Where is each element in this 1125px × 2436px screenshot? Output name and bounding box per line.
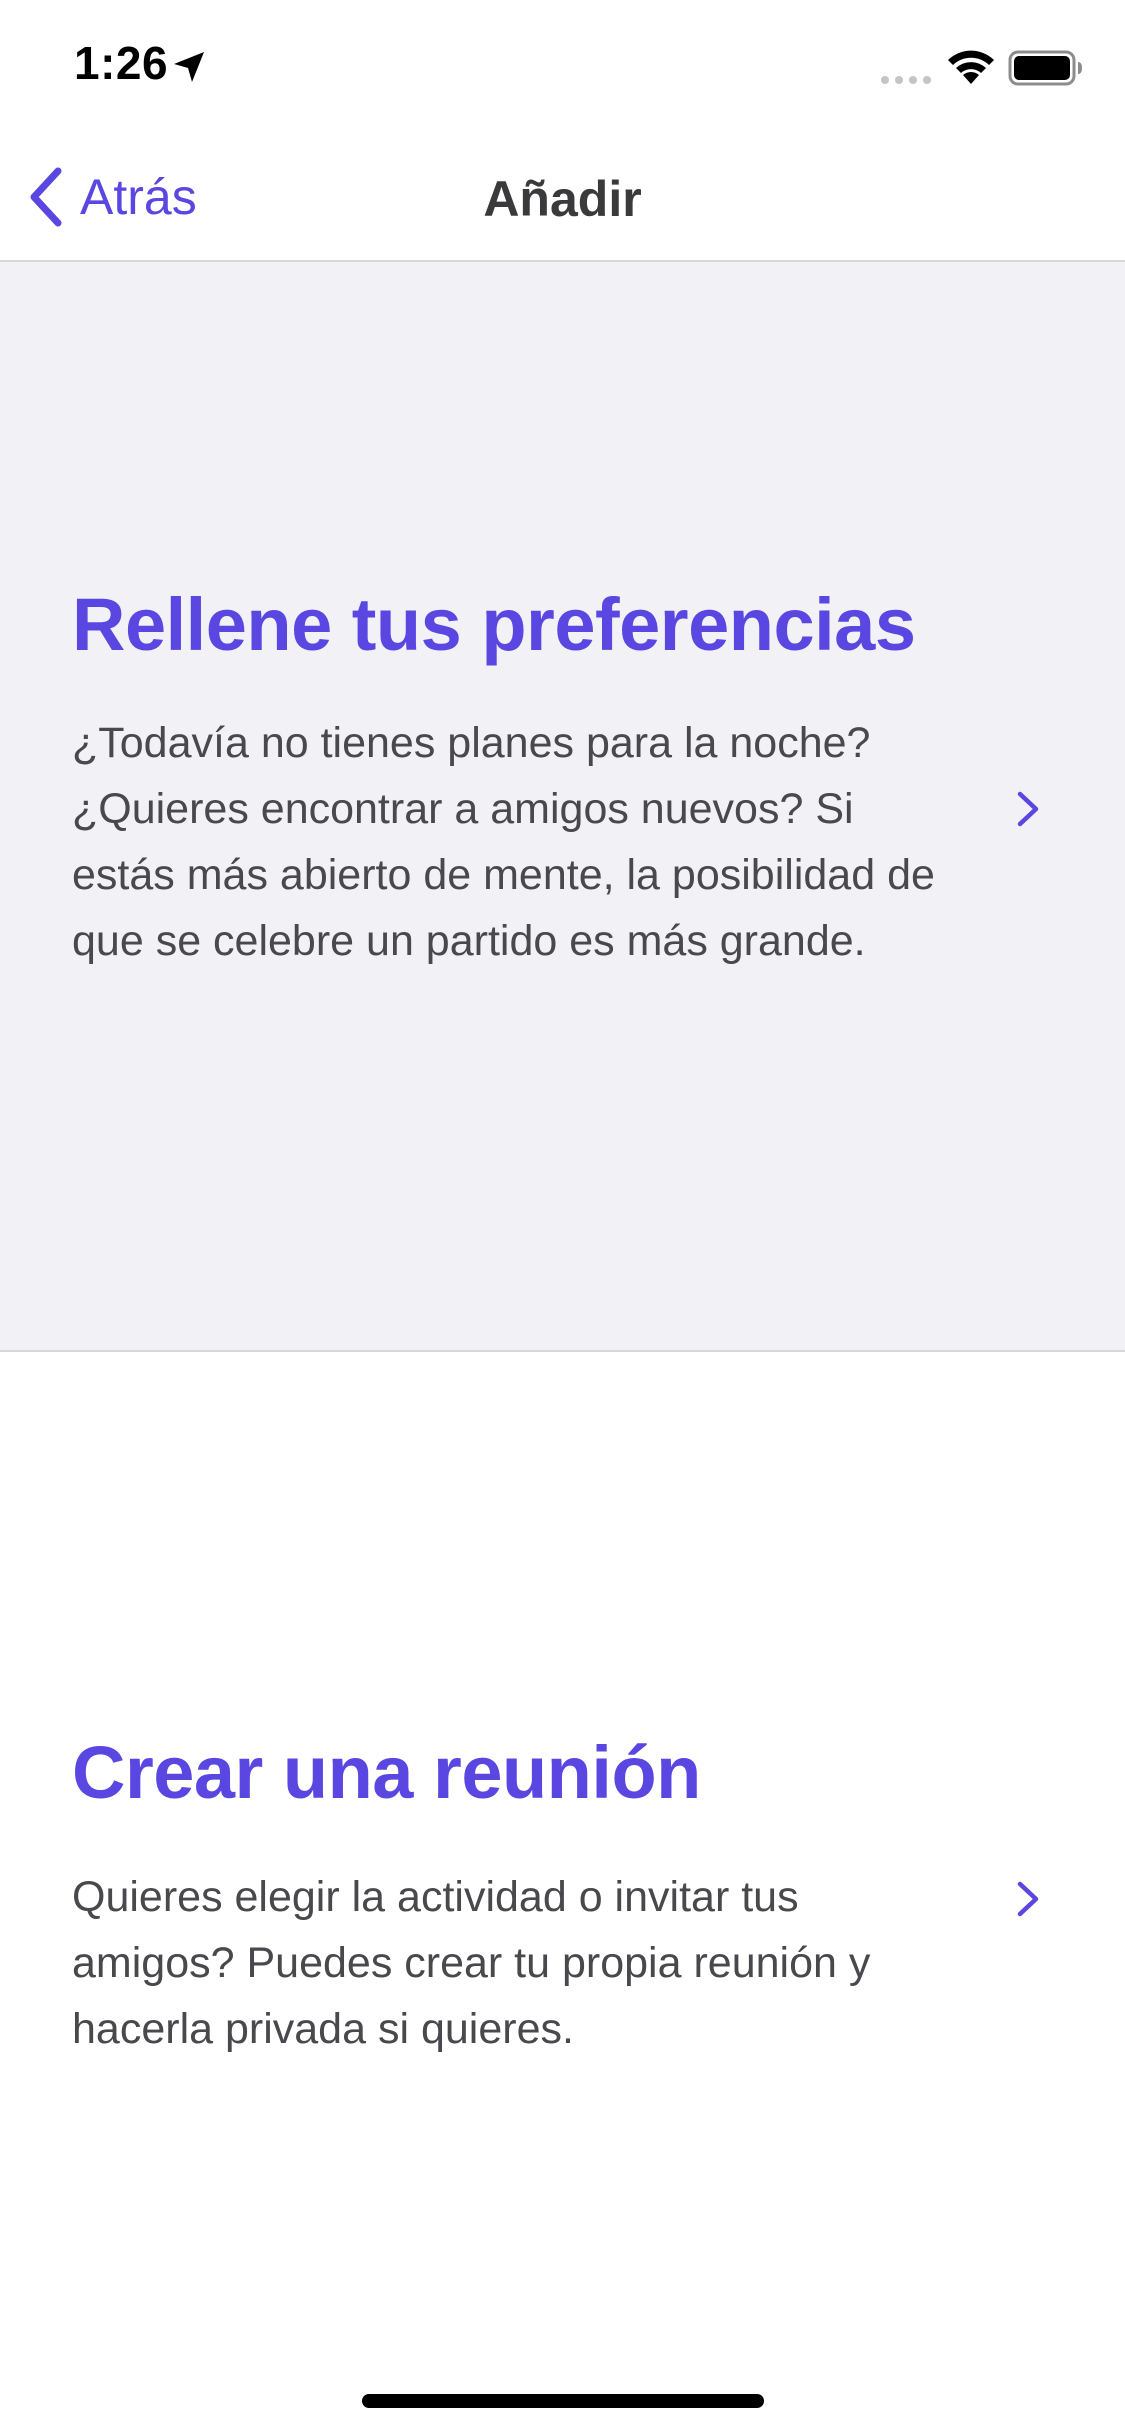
- navigation-bar: Atrás Añadir: [0, 132, 1125, 262]
- wifi-icon: [948, 50, 994, 84]
- battery-icon: [1008, 50, 1082, 86]
- card-title: Rellene tus preferencias: [72, 583, 916, 666]
- status-time: 1:26: [74, 37, 169, 89]
- create-meeting-card[interactable]: Crear una reunión Quieres elegir la acti…: [0, 1352, 1125, 2352]
- cellular-signal-icon: [881, 76, 931, 84]
- card-description: Quieres elegir la actividad o invitar tu…: [72, 1873, 871, 2053]
- chevron-right-icon: [1017, 1881, 1039, 1917]
- card-title: Crear una reunión: [72, 1731, 701, 1814]
- page-title: Añadir: [483, 171, 642, 227]
- fill-preferences-card[interactable]: Rellene tus preferencias ¿Todavía no tie…: [0, 262, 1125, 1352]
- chevron-right-icon: [1017, 791, 1039, 827]
- card-description: ¿Todavía no tienes planes para la noche?…: [72, 719, 935, 965]
- location-arrow-icon: [174, 52, 204, 82]
- home-indicator[interactable]: [362, 2394, 764, 2408]
- status-bar: 1:26: [0, 0, 1125, 132]
